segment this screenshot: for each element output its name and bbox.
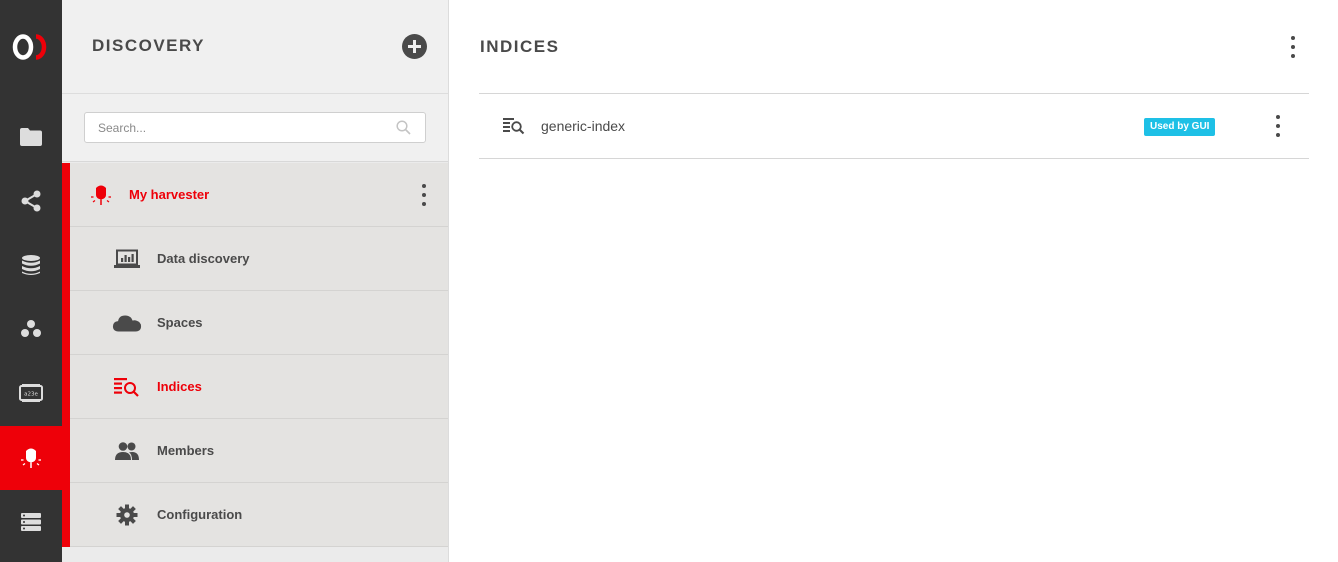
index-menu-button[interactable] <box>1268 115 1288 137</box>
search-box <box>84 112 426 143</box>
folder-icon <box>20 128 42 146</box>
page-menu-button[interactable] <box>1283 36 1303 58</box>
menu-dot-icon <box>1276 115 1280 119</box>
page-title: INDICES <box>480 37 560 56</box>
menu-dot-icon <box>1291 45 1295 49</box>
sidebar-item-label: Data discovery <box>157 251 250 266</box>
database-icon <box>22 255 40 275</box>
tokens-icon: a23e <box>19 384 43 402</box>
rail-item-data[interactable] <box>0 105 62 169</box>
menu-dot-icon <box>1276 133 1280 137</box>
members-icon <box>112 436 142 466</box>
index-icon <box>112 372 142 402</box>
menu-dot-icon <box>422 193 426 197</box>
menu-dot-icon <box>1291 36 1295 40</box>
search-icon <box>396 120 411 135</box>
sidebar-item-data-discovery[interactable]: Data discovery <box>70 227 448 291</box>
harvester-icon <box>21 448 41 468</box>
sidebar-item-label: Indices <box>157 379 202 394</box>
sidebar-item-label: Members <box>157 443 215 458</box>
rail-item-shares[interactable] <box>0 169 62 233</box>
sidebar-item-spaces[interactable]: Spaces <box>70 291 448 355</box>
menu-dot-icon <box>1291 54 1295 58</box>
onedata-logo-icon <box>12 34 47 60</box>
sidebar-title: DISCOVERY <box>92 36 206 55</box>
harvester-icon <box>86 180 116 210</box>
menu-dot-icon <box>422 184 426 188</box>
cloud-icon <box>112 308 142 338</box>
rail-item-providers[interactable] <box>0 233 62 297</box>
active-indicator <box>62 163 70 547</box>
share-icon <box>21 190 41 212</box>
sidebar-item-indices[interactable]: Indices <box>70 355 448 419</box>
groups-icon <box>21 320 41 337</box>
menu-dot-icon <box>1276 124 1280 128</box>
rail-item-discovery[interactable] <box>0 426 62 490</box>
main-rail: a23e <box>0 0 62 562</box>
sidebar-header: DISCOVERY <box>62 0 448 94</box>
clusters-icon <box>21 513 41 531</box>
app-logo[interactable] <box>0 0 62 94</box>
harvester-tree: My harvester Data discovery Spaces Indic… <box>62 163 448 547</box>
sidebar-item-configuration[interactable]: Configuration <box>70 483 448 547</box>
index-name: generic-index <box>541 118 626 134</box>
rail-item-groups[interactable] <box>0 297 62 361</box>
add-harvester-button[interactable] <box>402 34 427 59</box>
sidebar-item-label: Spaces <box>157 315 203 330</box>
plus-icon <box>408 40 421 53</box>
menu-dot-icon <box>422 202 426 206</box>
list-item[interactable]: generic-index Used by GUI <box>479 94 1309 159</box>
sidebar-item-members[interactable]: Members <box>70 419 448 483</box>
rail-item-tokens[interactable]: a23e <box>0 361 62 425</box>
data-discovery-icon <box>112 244 142 274</box>
used-by-gui-badge: Used by GUI <box>1144 118 1216 136</box>
harvester-item[interactable]: My harvester <box>70 163 448 227</box>
rail-item-clusters[interactable] <box>0 490 62 554</box>
gear-icon <box>112 500 142 530</box>
sidebar-search-area <box>62 94 448 162</box>
harvester-label: My harvester <box>129 187 210 202</box>
indices-list: generic-index Used by GUI <box>479 93 1309 159</box>
harvester-menu-button[interactable] <box>414 184 434 206</box>
index-icon <box>503 118 525 135</box>
sidebar-item-label: Configuration <box>157 507 243 522</box>
search-input[interactable] <box>85 113 385 142</box>
sidebar: DISCOVERY Search... My harvester Data di… <box>62 0 449 562</box>
svg-text:a23e: a23e <box>24 392 38 398</box>
